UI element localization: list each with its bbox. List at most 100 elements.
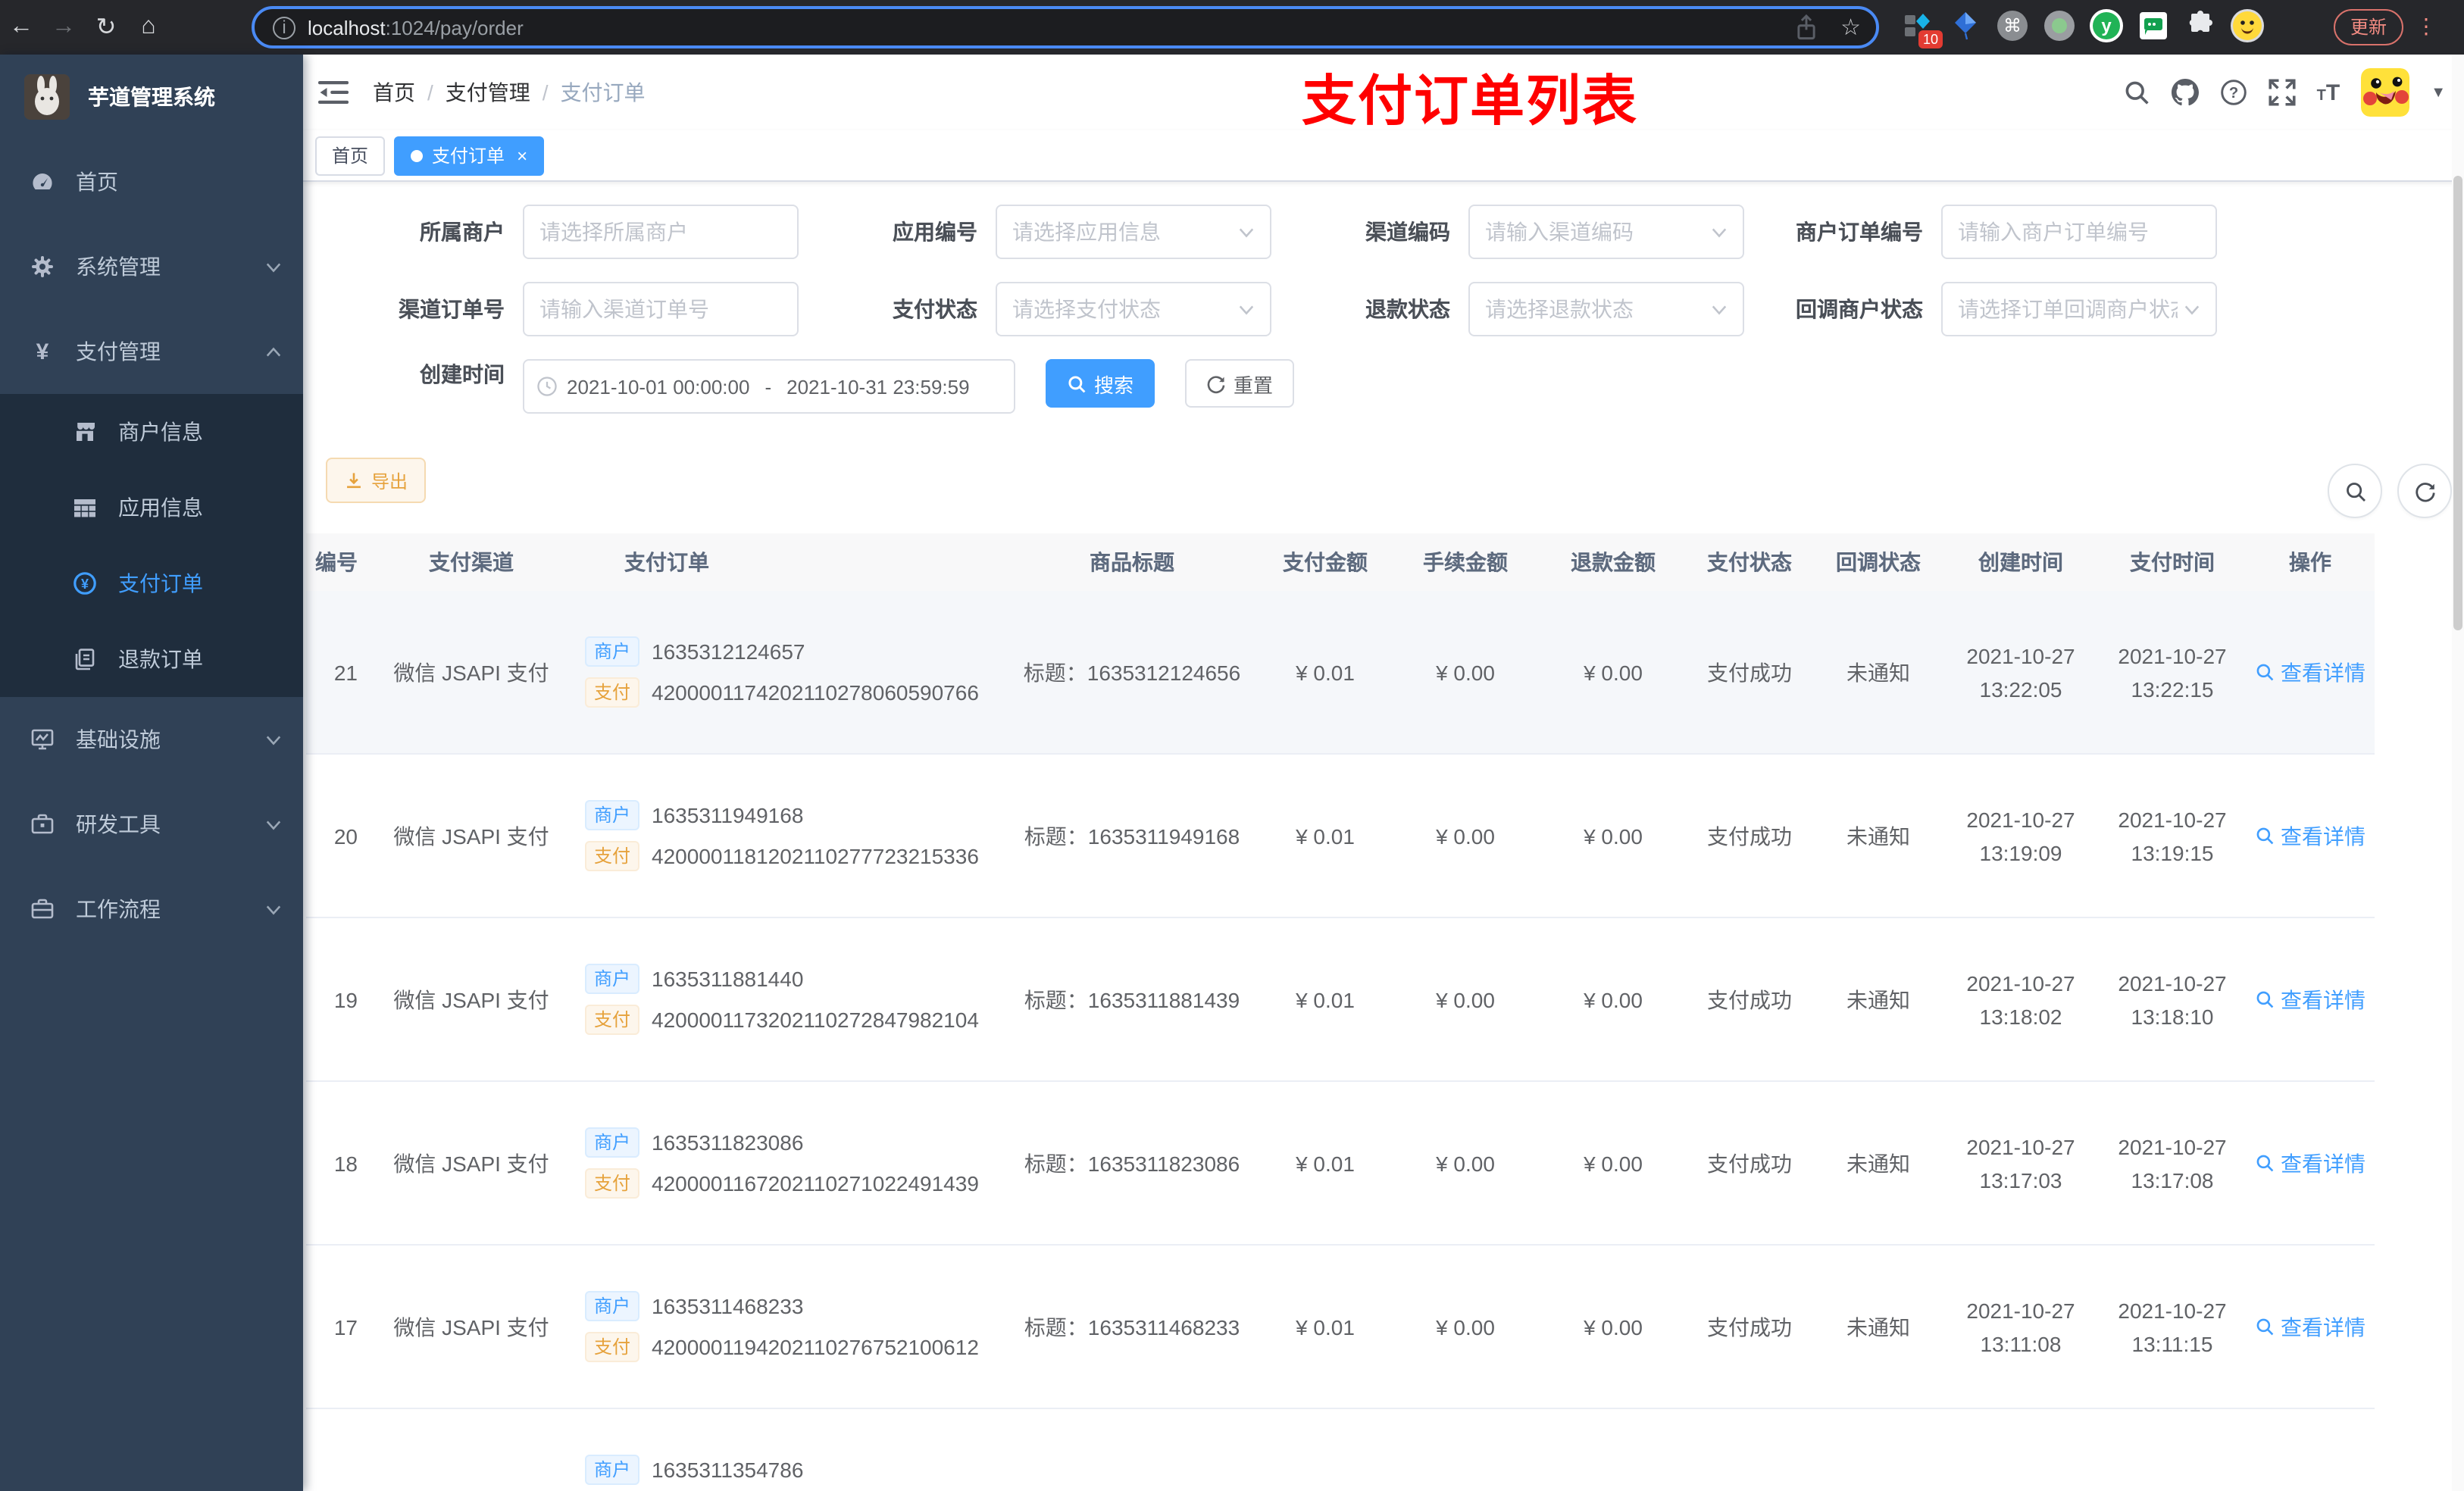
- col-paid: 支付时间: [2130, 550, 2215, 574]
- fullscreen-icon[interactable]: [2269, 79, 2296, 106]
- sidebar-item-首页[interactable]: 首页: [0, 139, 303, 224]
- extension-chat-icon[interactable]: [2135, 8, 2172, 44]
- sidebar-item-退款订单[interactable]: 退款订单: [0, 621, 303, 697]
- browser-home-icon[interactable]: ⌂: [127, 14, 170, 41]
- cell-amount: ¥ 0.01: [1296, 660, 1355, 684]
- cell-amount: ¥ 0.01: [1296, 1314, 1355, 1339]
- chevron-up-icon: [265, 343, 282, 360]
- cell-pay-order: 商户 1635311823086 支付 4200001167202110271022…: [585, 1117, 1003, 1209]
- github-icon[interactable]: [2171, 79, 2199, 106]
- table-row: 21 微信 JSAPI 支付 商户 1635312124657 支付 4200001…: [306, 591, 2375, 755]
- page-scrollbar[interactable]: [2452, 55, 2464, 1491]
- sidebar-item-支付订单[interactable]: ¥ 支付订单: [0, 545, 303, 621]
- page-title: 支付订单列表: [1302, 70, 1639, 132]
- extensions-puzzle-icon[interactable]: [2182, 8, 2219, 44]
- bookmark-star-icon[interactable]: ☆: [1840, 14, 1861, 41]
- filter-label: 商户订单编号: [1796, 220, 1923, 244]
- browser-menu-icon[interactable]: ⋮: [2416, 9, 2437, 42]
- breadcrumb-home[interactable]: 首页: [373, 80, 415, 105]
- tab-home[interactable]: 首页: [315, 136, 386, 175]
- collapse-sidebar-icon[interactable]: [318, 77, 349, 108]
- filter-select[interactable]: 请选择支付状态: [996, 282, 1271, 336]
- col-pay-order: 支付订单: [624, 550, 709, 574]
- refresh-table-button[interactable]: [2397, 464, 2452, 518]
- filter-select[interactable]: 请选择退款状态: [1468, 282, 1744, 336]
- col-channel: 支付渠道: [429, 550, 514, 574]
- browser-forward-icon[interactable]: →: [42, 14, 85, 41]
- cell-id: 17: [333, 1314, 358, 1339]
- user-avatar[interactable]: [2361, 68, 2410, 117]
- share-icon[interactable]: [1792, 14, 1819, 41]
- sidebar-item-基础设施[interactable]: 基础设施: [0, 697, 303, 782]
- cell-amount: ¥ 0.01: [1296, 824, 1355, 848]
- browser-back-icon[interactable]: ←: [0, 14, 42, 41]
- browser-reload-icon[interactable]: ↻: [85, 12, 127, 42]
- font-size-icon[interactable]: TT: [2317, 80, 2340, 105]
- cell-fee: ¥ 0.00: [1436, 1151, 1495, 1175]
- view-detail-icon: [2256, 1318, 2274, 1336]
- search-icon[interactable]: [2123, 79, 2150, 106]
- create-time-range-picker[interactable]: 2021-10-01 00:00:00 - 2021-10-31 23:59:5…: [523, 359, 1015, 414]
- view-detail-link[interactable]: 查看详情: [2255, 1148, 2366, 1178]
- view-detail-link[interactable]: 查看详情: [2255, 821, 2366, 851]
- view-detail-link[interactable]: 查看详情: [2255, 984, 2366, 1014]
- shop-icon: [73, 420, 97, 444]
- close-tab-icon[interactable]: ×: [517, 137, 527, 173]
- search-button[interactable]: 搜索: [1046, 359, 1155, 408]
- filter-input[interactable]: 请选择所属商户: [523, 205, 799, 259]
- cell-paid: 2021-10-27 13:19:15: [2118, 807, 2227, 864]
- col-amount: 支付金额: [1283, 550, 1368, 574]
- filter-select[interactable]: 请选择应用信息: [996, 205, 1271, 259]
- breadcrumb-current: 支付订单: [560, 80, 646, 105]
- svg-text:?: ?: [2228, 85, 2237, 102]
- merchant-tag: 商户: [585, 636, 640, 667]
- merchant-order-no: 1635311881440: [652, 967, 804, 991]
- cell-id: 20: [333, 824, 358, 848]
- sidebar-item-工作流程[interactable]: 工作流程: [0, 867, 303, 952]
- cell-created: 2021-10-27 13:22:05: [1966, 643, 2075, 701]
- app-logo[interactable]: 芋道管理系统: [0, 55, 303, 139]
- merchant-order-no: 1635312124657: [652, 639, 805, 664]
- reset-button-label: 重置: [1234, 374, 1274, 396]
- extension-kite-icon[interactable]: [1947, 8, 1984, 44]
- filter-select[interactable]: 请输入渠道编码: [1468, 205, 1744, 259]
- extension-command-icon[interactable]: ⌘: [1994, 8, 2031, 44]
- search-button-label: 搜索: [1094, 374, 1134, 396]
- user-menu-caret-icon[interactable]: ▼: [2431, 84, 2446, 101]
- scrollbar-thumb[interactable]: [2453, 176, 2462, 630]
- sidebar-item-系统管理[interactable]: 系统管理: [0, 224, 303, 309]
- filter-select[interactable]: 请选择订单回调商户状态: [1941, 282, 2217, 336]
- cell-pay-order: 商户1635311354786 支付: [585, 1444, 1003, 1491]
- site-info-icon[interactable]: i: [273, 16, 295, 39]
- help-icon[interactable]: ?: [2220, 79, 2247, 106]
- view-detail-link[interactable]: 查看详情: [2255, 1311, 2366, 1342]
- sidebar-item-label: 支付管理: [76, 339, 161, 364]
- show-search-button[interactable]: [2328, 464, 2382, 518]
- yen-icon: ¥: [30, 339, 55, 364]
- extension-y-icon[interactable]: y: [2088, 8, 2125, 44]
- sidebar-item-商户信息[interactable]: 商户信息: [0, 394, 303, 470]
- sidebar-item-label: 系统管理: [76, 255, 161, 279]
- export-button[interactable]: 导出: [326, 458, 427, 503]
- cell-fee: ¥ 0.00: [1436, 987, 1495, 1011]
- sidebar-item-研发工具[interactable]: 研发工具: [0, 782, 303, 867]
- filter-input[interactable]: 请输入渠道订单号: [523, 282, 799, 336]
- profile-emoji-avatar[interactable]: [2229, 8, 2265, 44]
- cell-notify: 未通知: [1846, 824, 1910, 848]
- col-created: 创建时间: [1978, 550, 2063, 574]
- cell-status: 支付成功: [1707, 1151, 1792, 1175]
- breadcrumb-pay[interactable]: 支付管理: [446, 80, 530, 105]
- tab-pay-order[interactable]: 支付订单 ×: [394, 136, 545, 175]
- extension-dot-icon[interactable]: [2041, 8, 2078, 44]
- sidebar-item-支付管理[interactable]: ¥ 支付管理: [0, 309, 303, 394]
- view-detail-link[interactable]: 查看详情: [2255, 657, 2366, 687]
- browser-update-button[interactable]: 更新: [2334, 9, 2404, 45]
- extension-workona-icon[interactable]: 10: [1900, 8, 1943, 48]
- merchant-tag: 商户: [585, 1291, 640, 1321]
- sidebar-item-应用信息[interactable]: 应用信息: [0, 470, 303, 545]
- filter-label-create-time: 创建时间: [420, 362, 505, 386]
- reset-button[interactable]: 重置: [1185, 359, 1295, 408]
- cell-fee: ¥ 0.00: [1436, 660, 1495, 684]
- filter-input[interactable]: 请输入商户订单编号: [1941, 205, 2217, 259]
- address-bar[interactable]: i localhost:1024/pay/order ☆: [252, 6, 1879, 48]
